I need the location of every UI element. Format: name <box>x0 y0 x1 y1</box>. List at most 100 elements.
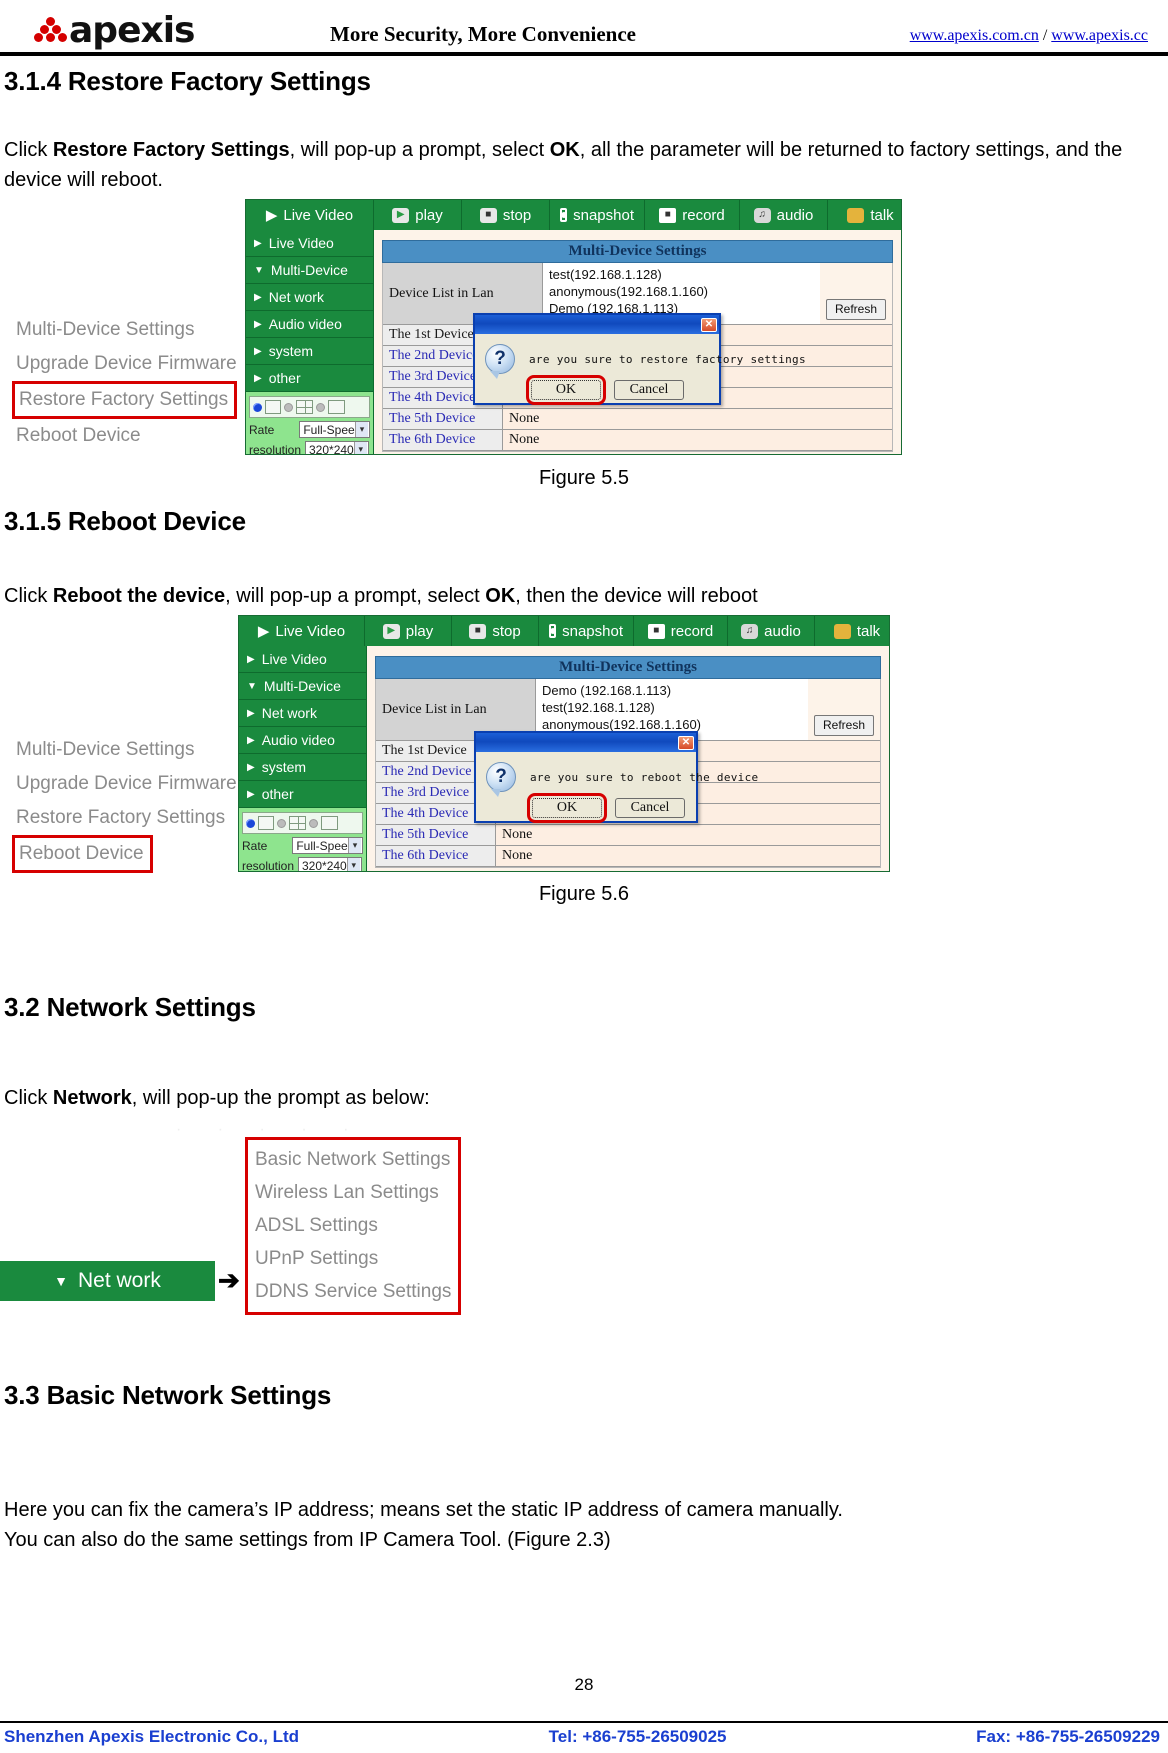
resolution-select[interactable]: 320*240 <box>298 857 362 871</box>
view-mode-row[interactable] <box>242 812 363 834</box>
network-menu-item-upnp-settings[interactable]: UPnP Settings <box>255 1242 451 1275</box>
logo-dots-icon <box>34 16 68 46</box>
sidebar-item-label: Net work <box>261 705 317 721</box>
device-row-value[interactable]: None <box>503 409 892 430</box>
toolbar-talk[interactable]: talk <box>815 616 889 646</box>
ok-button[interactable]: OK <box>526 375 606 405</box>
network-menu-item-ddns-service-settings[interactable]: DDNS Service Settings <box>255 1275 451 1308</box>
toolbar-play[interactable]: ▶ play <box>365 616 452 646</box>
quad-view-icon[interactable] <box>289 816 306 830</box>
sidebar-item-label: system <box>268 343 314 359</box>
device-row-label[interactable]: The 5th Device <box>376 825 496 846</box>
toolbar-stop[interactable]: ■ stop <box>452 616 539 646</box>
sidebar-item-live-video[interactable]: ▶ Live Video <box>246 230 373 257</box>
rate-select[interactable]: Full-Speed <box>299 421 370 438</box>
device-list-entry[interactable]: Demo (192.168.1.113) <box>542 682 808 699</box>
ok-button[interactable]: OK <box>527 793 607 823</box>
cancel-button[interactable]: Cancel <box>615 798 685 818</box>
sidebar-item-audio-video[interactable]: ▶ Audio video <box>239 727 366 754</box>
device-row-value[interactable]: None <box>496 825 880 846</box>
menu-item-restore-factory-settings-highlighted[interactable]: Restore Factory Settings <box>12 381 238 419</box>
toolbar-snapshot[interactable]: snapshot <box>539 616 634 646</box>
toolbar-play-label: play <box>405 622 434 640</box>
device-list-entry[interactable]: anonymous(192.168.1.160) <box>549 283 820 300</box>
toolbar-record[interactable]: ■ record <box>634 616 728 646</box>
page-header: apexis More Security, More Convenience w… <box>0 0 1168 52</box>
toolbar-snapshot[interactable]: snapshot <box>550 200 645 230</box>
footer-company: Shenzhen Apexis Electronic Co., Ltd <box>4 1727 300 1746</box>
caret-right-icon: ▶ <box>247 788 255 800</box>
close-icon[interactable]: ✕ <box>701 317 717 332</box>
fig56-toolbar: ▶ Live Video ▶ play ■ stop snapshot ■ re… <box>239 616 889 646</box>
radio-icon[interactable] <box>316 402 325 412</box>
sidebar-item-live-video[interactable]: ▶ Live Video <box>239 646 366 673</box>
device-row-value[interactable]: None <box>503 430 892 451</box>
toolbar-audio[interactable]: ♫ audio <box>728 616 815 646</box>
single-view-icon[interactable] <box>258 816 274 830</box>
sidebar-item-net-work[interactable]: ▶ Net work <box>239 700 366 727</box>
table-row: The 5th Device None <box>383 409 892 430</box>
footer-fax: Fax: +86-755-26509229 <box>976 1727 1160 1746</box>
sidebar-item-multi-device[interactable]: ▼ Multi-Device <box>239 673 366 700</box>
device-row-label[interactable]: The 5th Device <box>383 409 503 430</box>
menu-item-restore-factory-settings[interactable]: Restore Factory Settings <box>16 801 237 835</box>
toolbar-play[interactable]: ▶ play <box>374 200 462 230</box>
toolbar-record[interactable]: ■ record <box>645 200 740 230</box>
radio-icon[interactable] <box>284 402 293 412</box>
menu-item-multi-device-settings[interactable]: Multi-Device Settings <box>16 313 237 347</box>
radio-selected-icon[interactable] <box>253 402 262 412</box>
caret-right-icon: ▶ <box>254 291 262 303</box>
single-view-icon[interactable] <box>265 400 281 414</box>
toolbar-stop-label: stop <box>502 206 532 224</box>
radio-selected-icon[interactable] <box>246 818 255 828</box>
toolbar-live-video[interactable]: ▶ Live Video <box>239 616 365 646</box>
device-row-value[interactable]: None <box>496 846 880 867</box>
view-mode-row[interactable] <box>249 396 370 418</box>
resolution-select[interactable]: 320*240 <box>305 441 369 454</box>
radio-icon[interactable] <box>277 818 286 828</box>
menu-item-upgrade-device-firmware[interactable]: Upgrade Device Firmware <box>16 347 237 381</box>
refresh-button[interactable]: Refresh <box>825 299 887 320</box>
quad-view-icon[interactable] <box>296 400 313 414</box>
toolbar-stop[interactable]: ■ stop <box>462 200 550 230</box>
resolution-label: resolution <box>249 442 302 455</box>
link-apexis-com-cn[interactable]: www.apexis.com.cn <box>910 27 1039 44</box>
cancel-button[interactable]: Cancel <box>614 380 684 400</box>
sidebar-item-other[interactable]: ▶ other <box>239 781 366 808</box>
sidebar-item-multi-device[interactable]: ▼ Multi-Device <box>246 257 373 284</box>
toolbar-talk[interactable]: talk <box>828 200 901 230</box>
paragraph-3-3-line1: Here you can fix the camera’s IP address… <box>4 1499 843 1521</box>
radio-icon[interactable] <box>309 818 318 828</box>
network-menu-item-wireless-lan-settings[interactable]: Wireless Lan Settings <box>255 1176 451 1209</box>
nine-view-icon[interactable] <box>328 400 345 414</box>
device-row-label[interactable]: The 6th Device <box>376 846 496 867</box>
table-row: The 6th Device None <box>376 846 880 867</box>
refresh-button[interactable]: Refresh <box>813 715 875 736</box>
toolbar-live-video[interactable]: ▶ Live Video <box>246 200 374 230</box>
sidebar-item-net-work[interactable]: ▶ Net work <box>246 284 373 311</box>
network-menu-item-basic-network-settings[interactable]: Basic Network Settings <box>255 1143 451 1176</box>
nine-view-icon[interactable] <box>321 816 338 830</box>
pointer-arrow-icon: ➔ <box>218 1265 240 1295</box>
menu-item-reboot-device[interactable]: Reboot Device <box>16 419 237 453</box>
menu-item-multi-device-settings[interactable]: Multi-Device Settings <box>16 733 237 767</box>
device-list-entry[interactable]: test(192.168.1.128) <box>549 266 820 283</box>
network-menu-item-adsl-settings[interactable]: ADSL Settings <box>255 1209 451 1242</box>
sidebar-item-system[interactable]: ▶ system <box>246 338 373 365</box>
device-row-label[interactable]: The 6th Device <box>383 430 503 451</box>
sidebar-item-system[interactable]: ▶ system <box>239 754 366 781</box>
sidebar-item-audio-video[interactable]: ▶ Audio video <box>246 311 373 338</box>
toolbar-audio[interactable]: ♫ audio <box>740 200 828 230</box>
dialog-message: are you sure to restore factory settings <box>529 352 806 366</box>
device-list-entry[interactable]: test(192.168.1.128) <box>542 699 808 716</box>
menu-item-upgrade-device-firmware[interactable]: Upgrade Device Firmware <box>16 767 237 801</box>
network-button[interactable]: ▼ Net work <box>0 1261 215 1301</box>
sidebar-item-label: Multi-Device <box>263 678 341 694</box>
link-apexis-cc[interactable]: www.apexis.cc <box>1051 27 1148 44</box>
close-icon[interactable]: ✕ <box>678 735 694 750</box>
p315-part-c: , will pop-up a prompt, select <box>225 585 486 607</box>
rate-select[interactable]: Full-Speed <box>292 837 363 854</box>
menu-item-reboot-device-highlighted[interactable]: Reboot Device <box>12 835 237 873</box>
toolbar-play-label: play <box>415 206 443 224</box>
sidebar-item-other[interactable]: ▶ other <box>246 365 373 392</box>
